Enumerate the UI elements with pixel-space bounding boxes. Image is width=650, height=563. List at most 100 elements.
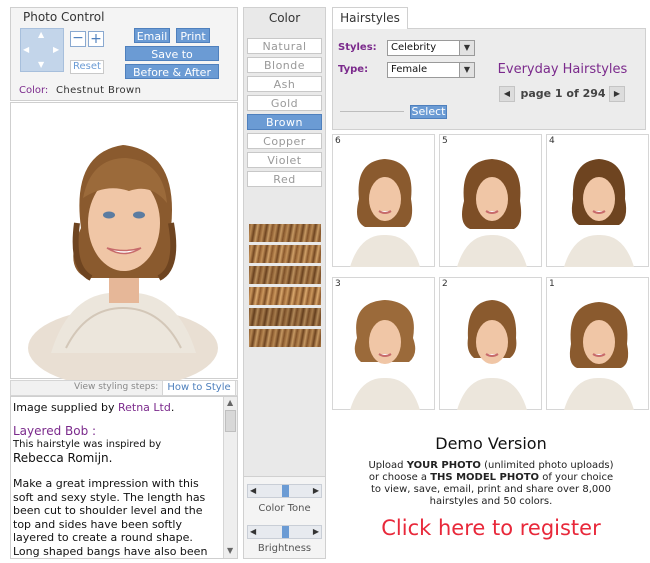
thumb-portrait — [564, 302, 634, 410]
hairstyles-filter-panel — [332, 28, 646, 130]
demo-line-1b: YOUR PHOTO — [406, 460, 481, 471]
swatch-brown[interactable]: Brown — [247, 114, 322, 130]
styles-label: Styles: — [338, 42, 377, 53]
register-link[interactable]: Click here to register — [332, 516, 650, 540]
hair-shade-4[interactable] — [249, 287, 321, 305]
hairstyle-thumb-1[interactable]: 1 — [546, 277, 649, 410]
type-dropdown-icon[interactable]: ▼ — [459, 63, 474, 77]
hair-shade-3[interactable] — [249, 266, 321, 284]
type-select-value: Female — [391, 64, 428, 75]
description-scrollbar[interactable]: ▲ ▼ — [223, 397, 237, 558]
thumb-portrait — [564, 159, 634, 267]
prev-page-button[interactable]: ◀ — [499, 86, 515, 102]
thumb-portrait — [350, 159, 420, 267]
category-title: Everyday Hairstyles — [497, 62, 628, 77]
demo-line-2: or choose a THS MODEL PHOTO of your choi… — [332, 472, 650, 484]
description-body: Make a great impression with this soft a… — [13, 477, 208, 558]
hair-shade-1[interactable] — [249, 224, 321, 242]
swatch-ash[interactable]: Ash — [247, 76, 322, 92]
photo-control-title: Photo Control — [23, 10, 105, 24]
type-select[interactable]: Female ▼ — [387, 62, 475, 78]
scroll-thumb[interactable] — [225, 410, 236, 432]
pan-up-icon[interactable]: ▲ — [38, 30, 44, 39]
save-favorites-button[interactable]: Save to Favorites — [125, 46, 219, 76]
color-value: Chestnut Brown — [56, 85, 142, 96]
pan-left-icon[interactable]: ◀ — [23, 45, 29, 54]
brightness-slider-thumb[interactable] — [282, 526, 289, 538]
thumb-number: 3 — [335, 279, 341, 289]
thumb-portrait — [457, 300, 527, 410]
swatch-copper[interactable]: Copper — [247, 133, 322, 149]
thumb-number: 2 — [442, 279, 448, 289]
supplied-prefix: Image supplied by — [13, 401, 118, 414]
supplier-link[interactable]: Retna Ltd — [118, 401, 171, 414]
thumb-number: 4 — [549, 136, 555, 146]
thumb-portrait — [350, 300, 420, 410]
hair-shade-2[interactable] — [249, 245, 321, 263]
demo-line-1a: Upload — [368, 460, 407, 471]
demo-line-2c: of your choice — [539, 472, 614, 483]
brightness-right-icon[interactable]: ▶ — [313, 527, 319, 536]
print-button[interactable]: Print — [176, 28, 210, 43]
hairstyle-thumb-6[interactable]: 6 — [332, 134, 435, 267]
swatch-blonde[interactable]: Blonde — [247, 57, 322, 73]
pan-right-icon[interactable]: ▶ — [53, 45, 59, 54]
hairstyle-thumb-3[interactable]: 3 — [332, 277, 435, 410]
hair-shade-5[interactable] — [249, 308, 321, 326]
demo-line-4: hairstyles and 50 colors. — [429, 496, 553, 507]
description-panel: Image supplied by Retna Ltd. Layered Bob… — [10, 396, 238, 559]
swatch-gold[interactable]: Gold — [247, 95, 322, 111]
zoom-in-button[interactable]: + — [88, 31, 104, 47]
main-photo — [10, 102, 238, 388]
pan-control[interactable]: ▲ ▼ ◀ ▶ — [20, 28, 64, 72]
zoom-out-button[interactable]: − — [70, 31, 86, 47]
celebrity-name: Rebecca Romijn. — [13, 450, 113, 465]
next-page-button[interactable]: ▶ — [609, 86, 625, 102]
hairstyles-tab[interactable]: Hairstyles — [332, 7, 408, 29]
scroll-down-icon[interactable]: ▼ — [227, 546, 233, 555]
supplied-suffix: . — [170, 401, 175, 414]
color-tone-slider[interactable]: ◀ ▶ — [247, 484, 322, 498]
demo-line-1: Upload YOUR PHOTO (unlimited photo uploa… — [332, 460, 650, 472]
color-tone-label: Color Tone — [258, 503, 311, 514]
scroll-up-icon[interactable]: ▲ — [227, 398, 233, 407]
styles-dropdown-icon[interactable]: ▼ — [459, 41, 474, 55]
brightness-left-icon[interactable]: ◀ — [250, 527, 256, 536]
inspired-text: This hairstyle was inspired by — [13, 439, 162, 450]
email-button[interactable]: Email — [134, 28, 170, 43]
model-portrait — [28, 145, 218, 388]
select-button[interactable]: Select — [410, 105, 447, 119]
thumb-number: 5 — [442, 136, 448, 146]
swatch-natural[interactable]: Natural — [247, 38, 322, 54]
filter-divider — [340, 111, 404, 112]
brightness-slider[interactable]: ◀ ▶ — [247, 525, 322, 539]
demo-line-3: to view, save, email, print and share ov… — [371, 484, 611, 495]
reset-button[interactable]: Reset — [70, 60, 104, 74]
demo-title: Demo Version — [435, 434, 547, 453]
how-to-style-tab[interactable]: How to Style — [162, 380, 236, 396]
hairstyle-thumb-4[interactable]: 4 — [546, 134, 649, 267]
color-label: Color: — [19, 85, 49, 96]
styles-select[interactable]: Celebrity ▼ — [387, 40, 475, 56]
color-title: Color — [268, 11, 301, 25]
swatch-red[interactable]: Red — [247, 171, 322, 187]
hairstyle-thumb-5[interactable]: 5 — [439, 134, 542, 267]
tone-slider-thumb[interactable] — [282, 485, 289, 497]
styles-select-value: Celebrity — [391, 42, 437, 53]
style-name: Layered Bob : — [13, 423, 97, 438]
tone-right-icon[interactable]: ▶ — [313, 486, 319, 495]
page-indicator: page 1 of 294 — [520, 87, 606, 100]
thumb-portrait — [457, 159, 527, 267]
thumb-number: 6 — [335, 136, 341, 146]
thumb-number: 1 — [549, 279, 555, 289]
tone-left-icon[interactable]: ◀ — [250, 486, 256, 495]
type-label: Type: — [338, 64, 369, 75]
before-after-button[interactable]: Before & After — [125, 64, 219, 79]
pan-down-icon[interactable]: ▼ — [38, 60, 44, 69]
hairstyle-thumb-2[interactable]: 2 — [439, 277, 542, 410]
supplied-line: Image supplied by Retna Ltd. — [13, 401, 221, 415]
swatch-violet[interactable]: Violet — [247, 152, 322, 168]
demo-line-1c: (unlimited photo uploads) — [480, 460, 614, 471]
demo-line-2a: or choose a — [368, 472, 431, 483]
hair-shade-6[interactable] — [249, 329, 321, 347]
